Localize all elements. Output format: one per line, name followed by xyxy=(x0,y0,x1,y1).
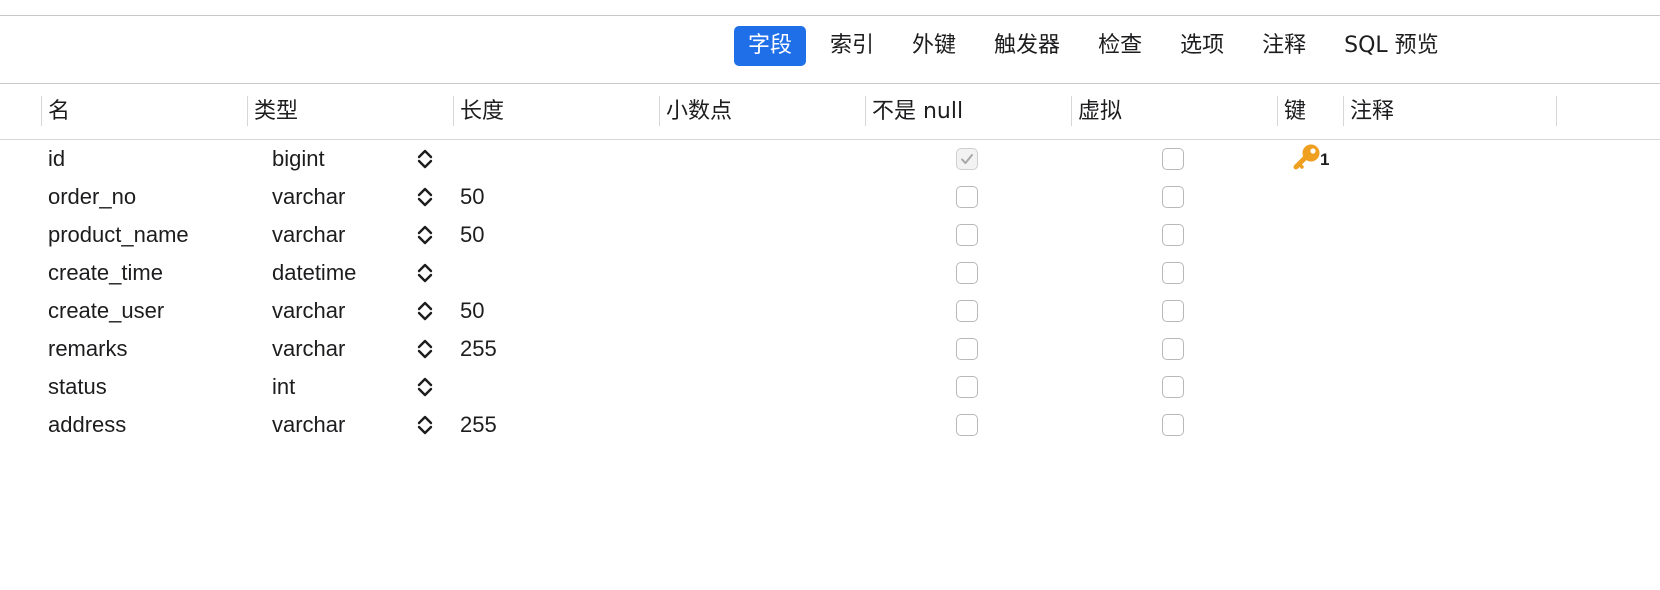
chevron-up-down-icon[interactable] xyxy=(414,184,436,210)
field-type-cell[interactable]: datetime xyxy=(272,254,356,292)
chevron-up-down-icon[interactable] xyxy=(414,374,436,400)
field-length-cell[interactable]: 50 xyxy=(460,216,484,254)
not-null-checkbox[interactable] xyxy=(956,338,978,360)
field-type-cell[interactable]: int xyxy=(272,368,295,406)
tab-triggers[interactable]: 触发器 xyxy=(980,26,1074,66)
chevron-up-down-icon[interactable] xyxy=(414,336,436,362)
tab-checks[interactable]: 检查 xyxy=(1084,26,1156,66)
field-name-cell[interactable]: order_no xyxy=(48,178,136,216)
field-length-cell[interactable]: 50 xyxy=(460,292,484,330)
virtual-checkbox[interactable] xyxy=(1162,414,1184,436)
primary-key-index: 1 xyxy=(1320,150,1330,169)
column-header-not-null[interactable]: 不是 null xyxy=(865,84,1071,139)
not-null-checkbox[interactable] xyxy=(956,262,978,284)
top-divider xyxy=(0,15,1660,16)
table-row[interactable]: create_time datetime xyxy=(0,254,1660,292)
field-length-cell[interactable]: 255 xyxy=(460,330,497,368)
virtual-checkbox[interactable] xyxy=(1162,224,1184,246)
field-type-cell[interactable]: varchar xyxy=(272,330,345,368)
chevron-up-down-icon[interactable] xyxy=(414,222,436,248)
column-header-key[interactable]: 键 xyxy=(1277,84,1343,139)
field-name-cell[interactable]: status xyxy=(48,368,107,406)
field-type-cell[interactable]: bigint xyxy=(272,140,325,178)
field-name-cell[interactable]: remarks xyxy=(48,330,127,368)
table-row[interactable]: address varchar 255 xyxy=(0,406,1660,444)
table-row[interactable]: product_name varchar 50 xyxy=(0,216,1660,254)
column-header-virtual[interactable]: 虚拟 xyxy=(1071,84,1277,139)
virtual-checkbox[interactable] xyxy=(1162,376,1184,398)
column-header-decimals[interactable]: 小数点 xyxy=(659,84,865,139)
chevron-up-down-icon[interactable] xyxy=(414,412,436,438)
virtual-checkbox[interactable] xyxy=(1162,338,1184,360)
field-length-cell[interactable]: 50 xyxy=(460,178,484,216)
chevron-up-down-icon[interactable] xyxy=(414,146,436,172)
field-type-cell[interactable]: varchar xyxy=(272,406,345,444)
virtual-checkbox[interactable] xyxy=(1162,300,1184,322)
column-header-comment[interactable]: 注释 xyxy=(1343,84,1556,139)
column-header-length[interactable]: 长度 xyxy=(453,84,659,139)
tab-options[interactable]: 选项 xyxy=(1166,26,1238,66)
column-header-name[interactable]: 名 xyxy=(41,84,247,139)
table-row[interactable]: status int xyxy=(0,368,1660,406)
virtual-checkbox[interactable] xyxy=(1162,262,1184,284)
tab-foreign-keys[interactable]: 外键 xyxy=(898,26,970,66)
column-separator[interactable] xyxy=(1556,96,1557,126)
tab-comment[interactable]: 注释 xyxy=(1248,26,1320,66)
not-null-checkbox[interactable] xyxy=(956,186,978,208)
tab-sql-preview[interactable]: SQL 预览 xyxy=(1330,26,1453,66)
field-type-cell[interactable]: varchar xyxy=(272,292,345,330)
fields-table: id bigint 1 order_no varchar 50 product_name va… xyxy=(0,140,1660,444)
table-row[interactable]: id bigint 1 xyxy=(0,140,1660,178)
not-null-checkbox[interactable] xyxy=(956,414,978,436)
field-name-cell[interactable]: product_name xyxy=(48,216,189,254)
not-null-checkbox[interactable] xyxy=(956,376,978,398)
tab-fields[interactable]: 字段 xyxy=(734,26,807,66)
column-header-type[interactable]: 类型 xyxy=(247,84,453,139)
virtual-checkbox[interactable] xyxy=(1162,186,1184,208)
column-header-row: 名 类型 长度 小数点 不是 null 虚拟 键 注释 xyxy=(0,84,1660,139)
not-null-checkbox[interactable] xyxy=(956,224,978,246)
table-row[interactable]: remarks varchar 255 xyxy=(0,330,1660,368)
not-null-checkbox[interactable] xyxy=(956,148,978,170)
table-row[interactable]: create_user varchar 50 xyxy=(0,292,1660,330)
field-type-cell[interactable]: varchar xyxy=(272,178,345,216)
virtual-checkbox[interactable] xyxy=(1162,148,1184,170)
chevron-up-down-icon[interactable] xyxy=(414,260,436,286)
field-type-cell[interactable]: varchar xyxy=(272,216,345,254)
field-length-cell[interactable]: 255 xyxy=(460,406,497,444)
table-row[interactable]: order_no varchar 50 xyxy=(0,178,1660,216)
chevron-up-down-icon[interactable] xyxy=(414,298,436,324)
tab-indexes[interactable]: 索引 xyxy=(816,26,888,66)
field-name-cell[interactable]: id xyxy=(48,140,65,178)
field-name-cell[interactable]: address xyxy=(48,406,126,444)
field-name-cell[interactable]: create_time xyxy=(48,254,163,292)
field-name-cell[interactable]: create_user xyxy=(48,292,164,330)
not-null-checkbox[interactable] xyxy=(956,300,978,322)
tab-bar: 字段 索引 外键 触发器 检查 选项 注释 SQL 预览 xyxy=(734,26,1463,66)
